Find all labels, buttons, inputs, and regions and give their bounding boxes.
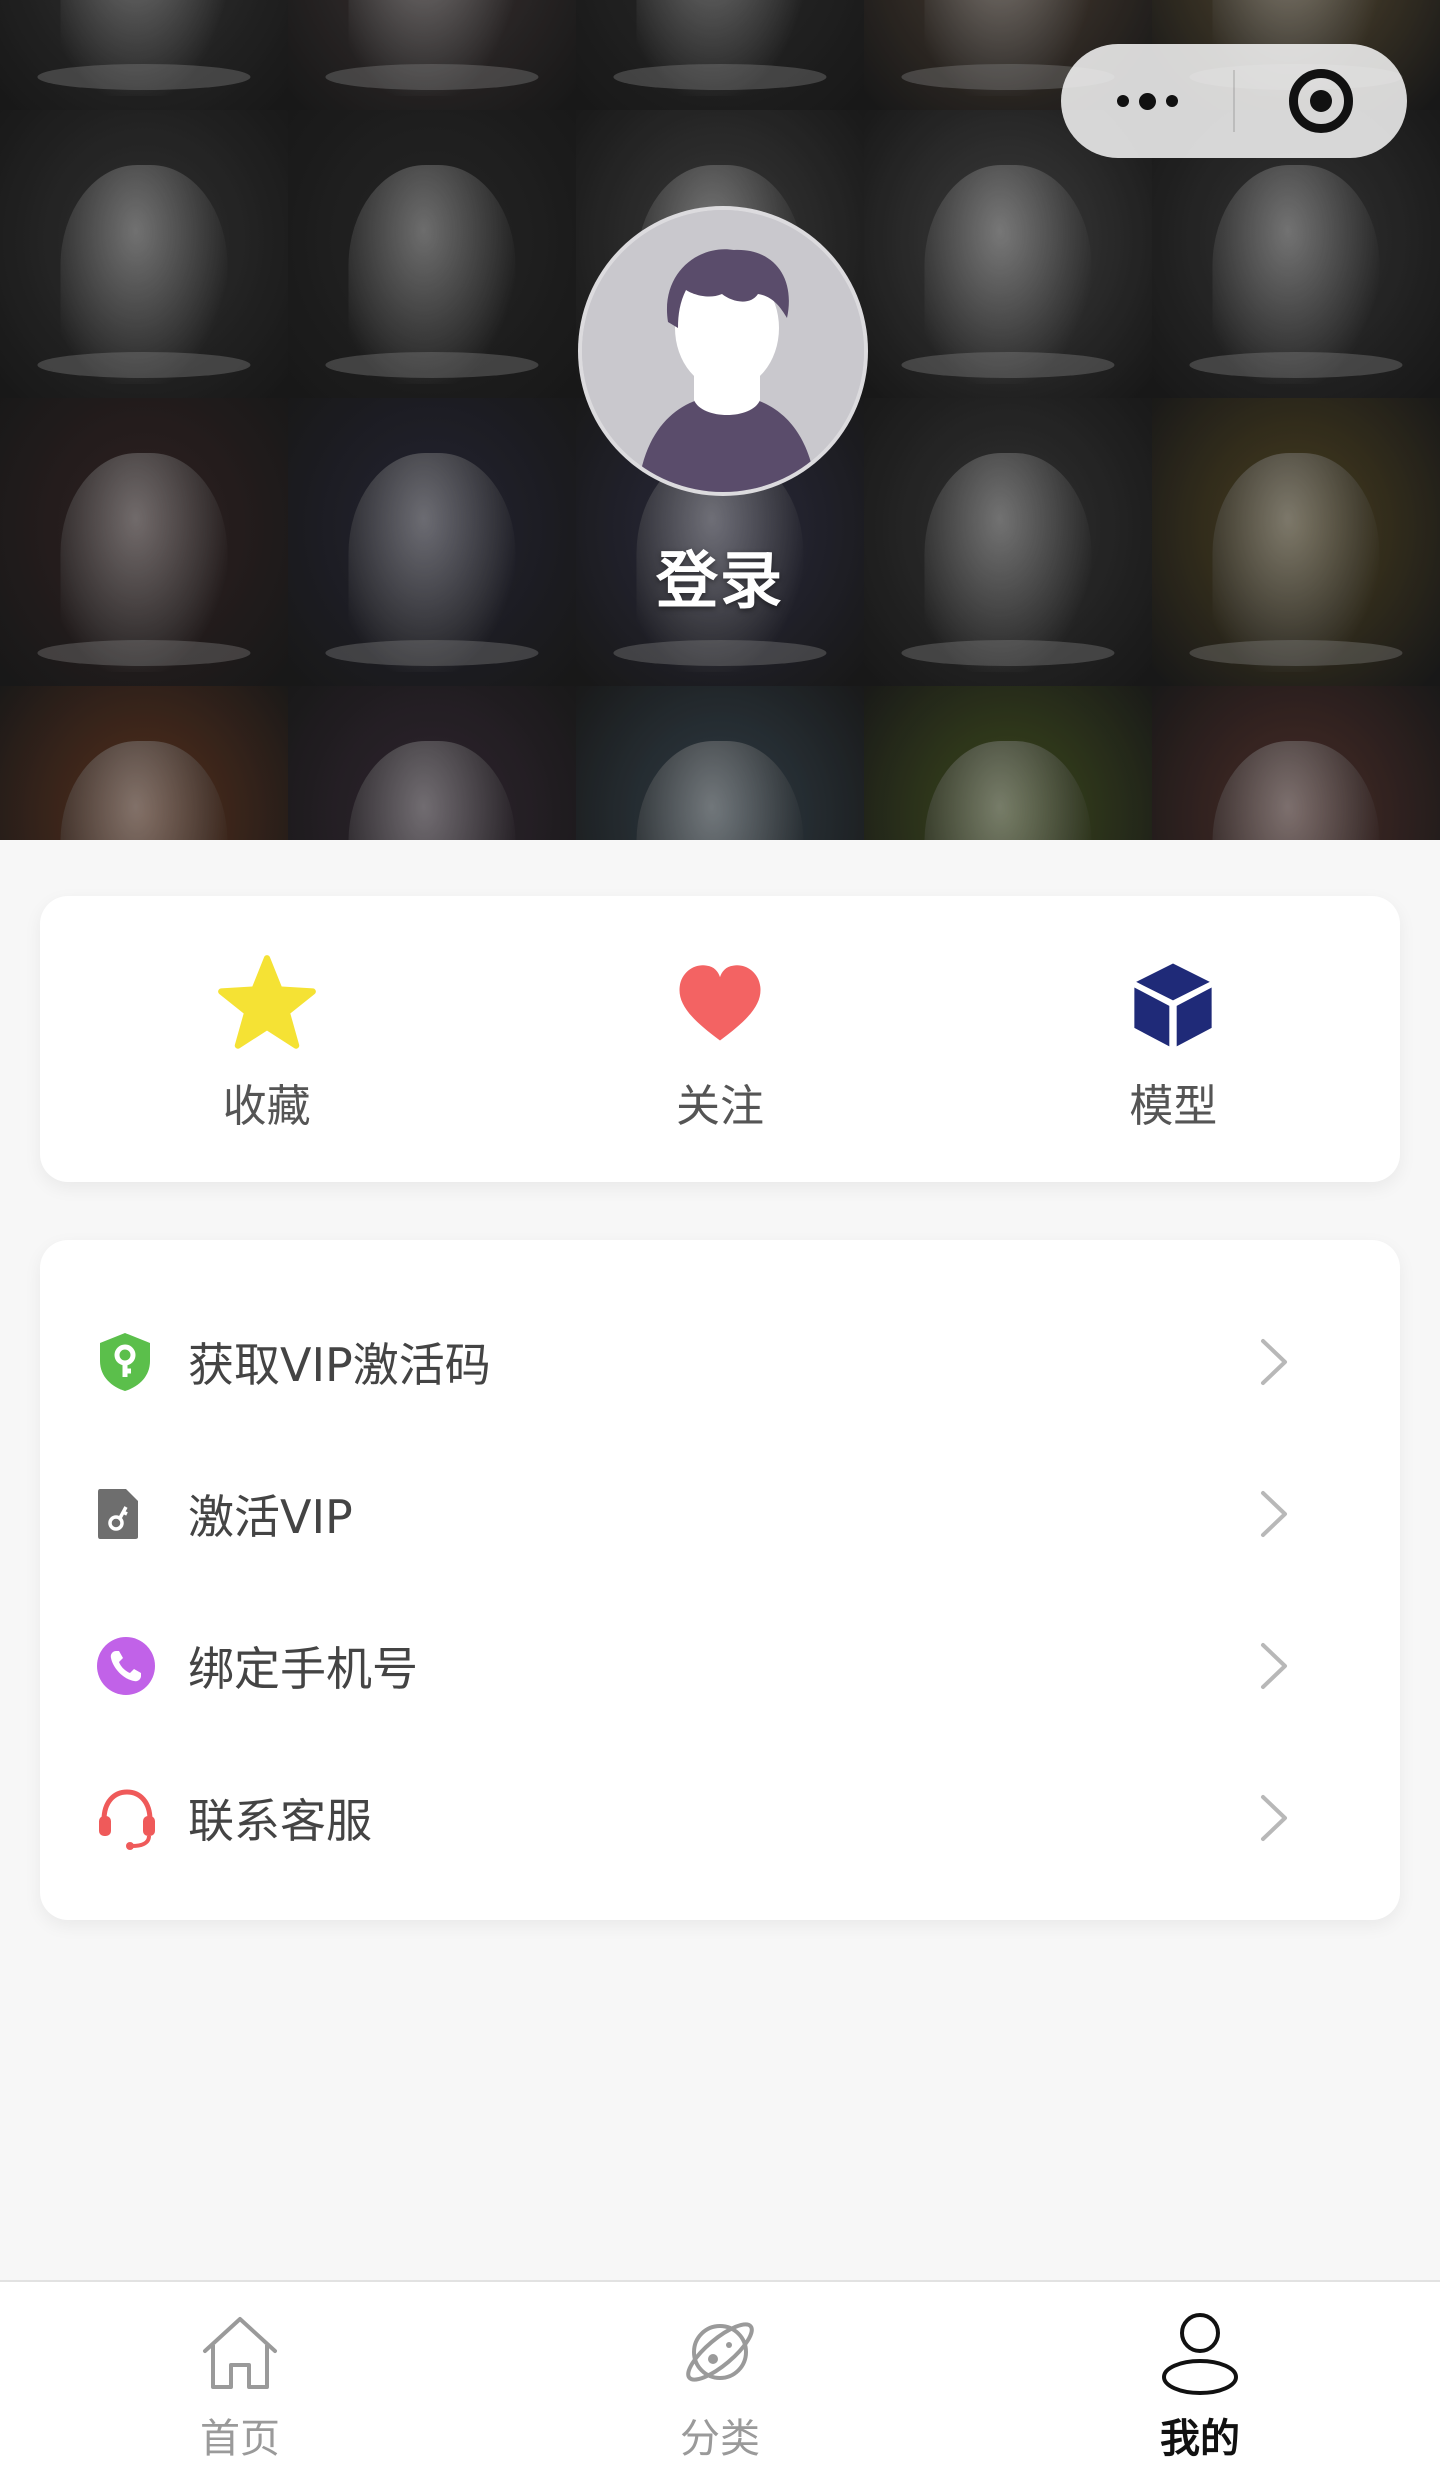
- cube-icon: [1121, 952, 1225, 1056]
- favorites-button[interactable]: 收藏: [40, 896, 493, 1182]
- following-label: 关注: [675, 1081, 764, 1132]
- menu-item-activate-vip[interactable]: 激活VIP: [40, 1438, 1400, 1590]
- default-avatar-icon: [582, 210, 864, 492]
- document-key-icon: [96, 1473, 178, 1555]
- tab-category-label: 分类: [680, 2416, 760, 2462]
- tab-home[interactable]: 首页: [0, 2282, 480, 2480]
- star-shape: [217, 955, 316, 1049]
- home-icon: [194, 2306, 286, 2398]
- avatar[interactable]: [578, 206, 868, 496]
- tab-mine-label: 我的: [1160, 2416, 1240, 2462]
- more-dots-icon[interactable]: [1061, 44, 1233, 158]
- target-close-icon[interactable]: [1235, 44, 1407, 158]
- phone-icon: [96, 1625, 178, 1707]
- tab-mine[interactable]: 我的: [960, 2282, 1440, 2480]
- menu-label-activate-vip: 激活VIP: [188, 1490, 353, 1544]
- following-button[interactable]: 关注: [493, 896, 946, 1182]
- menu-label-get-vip-code: 获取VIP激活码: [188, 1338, 491, 1392]
- planet-icon: [674, 2306, 766, 2398]
- tab-category[interactable]: 分类: [480, 2282, 960, 2480]
- miniprogram-capsule: [1061, 44, 1407, 158]
- menu-label-bind-phone: 绑定手机号: [188, 1642, 418, 1696]
- chevron-right-icon: [1254, 1788, 1294, 1848]
- tab-home-label: 首页: [200, 2416, 280, 2462]
- star-icon: [215, 952, 319, 1056]
- chevron-right-icon: [1254, 1332, 1294, 1392]
- chevron-right-icon: [1254, 1484, 1294, 1544]
- headset-icon: [96, 1777, 178, 1859]
- profile-header: 登录: [0, 0, 1440, 840]
- models-label: 模型: [1129, 1081, 1218, 1132]
- favorites-label: 收藏: [222, 1081, 311, 1132]
- user-icon: [1154, 2306, 1246, 2398]
- menu-label-customer-service: 联系客服: [188, 1794, 372, 1848]
- settings-menu-card: 获取VIP激活码 激活VIP 绑定手机号 联系客服: [40, 1240, 1400, 1920]
- chevron-right-icon: [1254, 1636, 1294, 1696]
- login-button[interactable]: 登录: [520, 530, 920, 620]
- menu-item-get-vip-code[interactable]: 获取VIP激活码: [40, 1286, 1400, 1438]
- menu-item-customer-service[interactable]: 联系客服: [40, 1742, 1400, 1894]
- models-button[interactable]: 模型: [947, 896, 1400, 1182]
- heart-icon: [668, 952, 772, 1056]
- menu-item-bind-phone[interactable]: 绑定手机号: [40, 1590, 1400, 1742]
- bottom-tab-bar: 首页 分类 我的: [0, 2280, 1440, 2480]
- quick-actions-card: 收藏 关注 模型: [40, 896, 1400, 1182]
- shield-key-icon: [96, 1321, 178, 1403]
